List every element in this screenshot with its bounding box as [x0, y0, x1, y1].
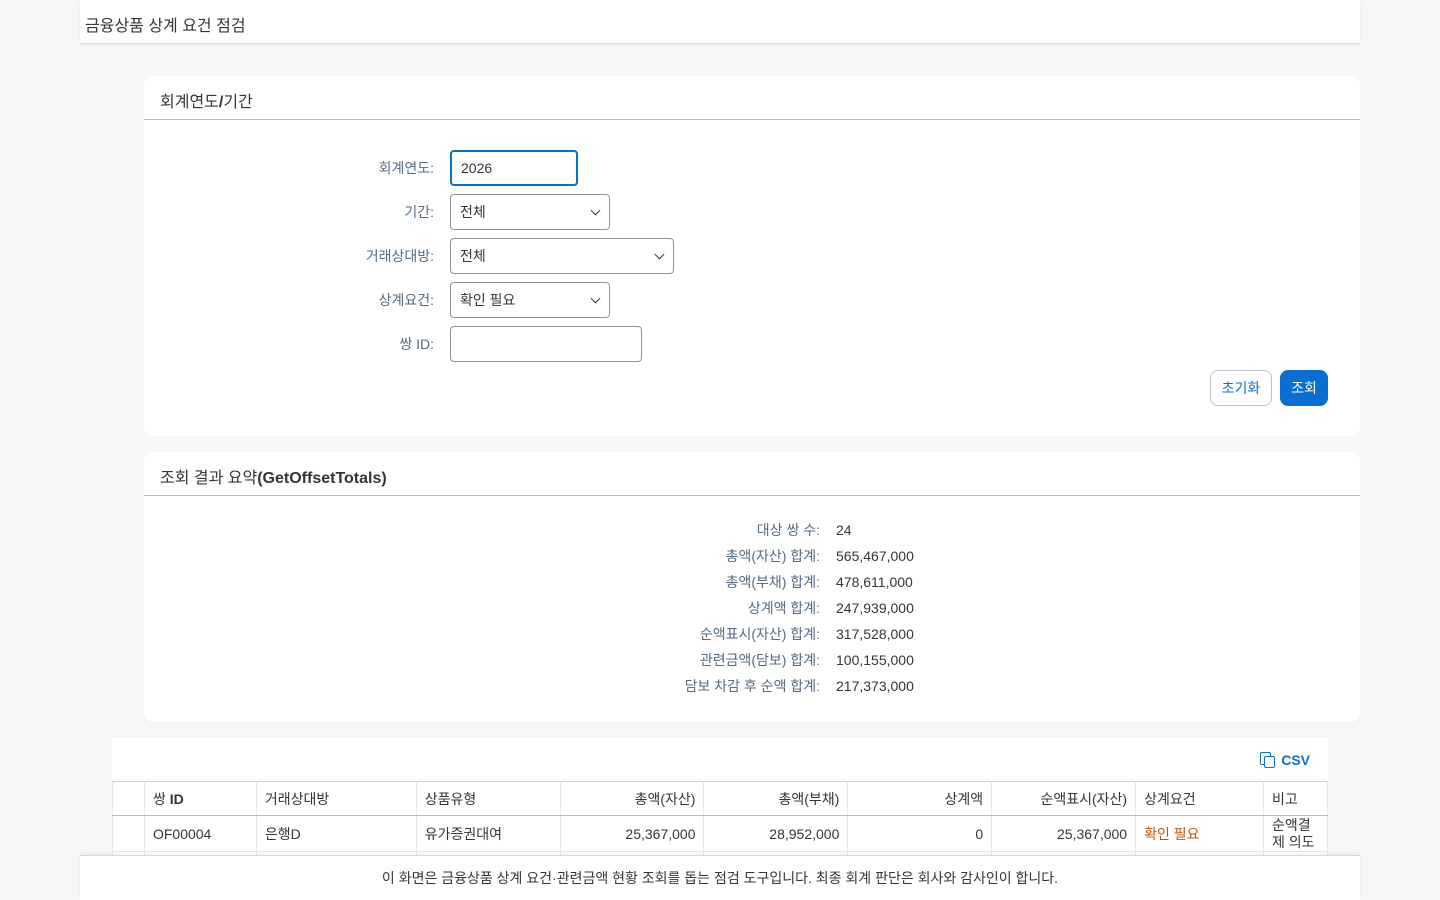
select-column-header[interactable]: [112, 781, 145, 816]
cell-counterparty: 은행D: [255, 815, 417, 852]
summary-row: 순액표시(자산) 합계: 317,528,000: [144, 624, 1360, 644]
offset-req-value: 확인 필요: [460, 292, 516, 308]
offset-req-label: 상계요건:: [378, 292, 434, 308]
col-offset[interactable]: 상계액: [847, 781, 993, 816]
reset-button[interactable]: 초기화: [1210, 370, 1272, 406]
summary-key: 관련금액(담보) 합계:: [699, 652, 820, 668]
csv-export-button[interactable]: CSV: [1259, 752, 1310, 768]
cell-gross-asset: 25,367,000: [559, 815, 705, 852]
search-button[interactable]: 조회: [1280, 370, 1328, 406]
col-gross-liab[interactable]: 총액(부채): [703, 781, 849, 816]
summary-panel: 조회 결과 요약(GetOffsetTotals) 대상 쌍 수: 24 총액(자…: [144, 452, 1360, 722]
fiscal-year-row: 회계연도: 2026: [144, 150, 578, 186]
summary-value: 317,528,000: [836, 626, 914, 642]
cell-pair-id: OF00004: [143, 815, 257, 852]
pair-id-input[interactable]: [450, 326, 642, 362]
summary-key: 총액(부채) 합계:: [725, 574, 820, 590]
col-counterparty[interactable]: 거래상대방: [255, 781, 417, 816]
cell-offset: 0: [847, 815, 993, 852]
summary-value: 247,939,000: [836, 600, 914, 616]
filter-panel-title-b: 기간: [223, 94, 253, 111]
summary-row: 상계액 합계: 247,939,000: [144, 598, 1360, 618]
col-note[interactable]: 비고: [1262, 781, 1329, 816]
summary-value: 24: [836, 522, 852, 538]
summary-row: 대상 쌍 수: 24: [144, 520, 1360, 540]
counterparty-row: 거래상대방: 전체: [144, 238, 674, 274]
summary-key: 대상 쌍 수:: [756, 522, 820, 538]
col-gross-asset[interactable]: 총액(자산): [559, 781, 705, 816]
summary-key: 담보 차감 후 순액 합계:: [684, 678, 820, 694]
summary-row: 총액(자산) 합계: 565,467,000: [144, 546, 1360, 566]
summary-key: 상계액 합계:: [747, 600, 820, 616]
cell-gross-liab: 28,952,000: [703, 815, 849, 852]
period-label: 기간:: [404, 204, 434, 220]
counterparty-value: 전체: [460, 248, 486, 264]
fiscal-year-value: 2026: [461, 160, 493, 176]
col-net-asset[interactable]: 순액표시(자산): [991, 781, 1137, 816]
filter-panel-header: 회계연도/기간: [144, 76, 1360, 120]
summary-key: 총액(자산) 합계:: [725, 548, 820, 564]
fiscal-year-input[interactable]: 2026: [450, 150, 578, 186]
cell-req: 확인 필요: [1135, 815, 1264, 852]
period-value: 전체: [460, 204, 486, 220]
filter-panel-title-a: 회계연도: [160, 94, 219, 111]
summary-row: 관련금액(담보) 합계: 100,155,000: [144, 650, 1360, 670]
col-req[interactable]: 상계요건: [1135, 781, 1264, 816]
summary-row: 총액(부채) 합계: 478,611,000: [144, 572, 1360, 592]
disclaimer-text: 이 화면은 금융상품 상계 요건·관련금액 현황 조회를 돕는 점검 도구입니다…: [381, 870, 1059, 886]
cell-product: 유가증권대여: [415, 815, 561, 852]
pair-id-label: 쌍 ID:: [399, 336, 434, 352]
col-pair-id-label-b: ID: [169, 790, 184, 807]
chevron-down-icon: [590, 295, 600, 305]
filter-panel: 회계연도/기간 회계연도: 2026 기간: 전체 거래상대방: 전체 상계요건…: [144, 76, 1360, 436]
app-title: 금융상품 상계 요건 점검: [85, 18, 246, 35]
summary-title-b: (GetOffsetTotals): [257, 470, 387, 487]
summary-key: 순액표시(자산) 합계:: [699, 626, 820, 642]
offset-req-select[interactable]: 확인 필요: [450, 282, 610, 318]
summary-value: 478,611,000: [836, 574, 913, 590]
table-row[interactable]: OF00004 은행D 유가증권대여 25,367,000 28,952,000…: [112, 815, 1329, 852]
period-select[interactable]: 전체: [450, 194, 610, 230]
app-shell: 금융상품 상계 요건 점검 회계연도/기간 회계연도: 2026 기간: 전체 …: [80, 0, 1360, 900]
disclaimer-footer: 이 화면은 금융상품 상계 요건·관련금액 현황 조회를 돕는 점검 도구입니다…: [80, 855, 1360, 900]
cell-note: 순액결제 의도: [1262, 815, 1329, 852]
summary-value: 217,373,000: [836, 678, 914, 694]
top-bar: 금융상품 상계 요건 점검: [80, 0, 1360, 44]
offset-req-row: 상계요건: 확인 필요: [144, 282, 610, 318]
csv-label: CSV: [1281, 752, 1310, 768]
cell-net-asset: 25,367,000: [991, 815, 1137, 852]
summary-value: 565,467,000: [836, 548, 914, 564]
counterparty-select[interactable]: 전체: [450, 238, 674, 274]
pair-id-row: 쌍 ID:: [144, 326, 642, 362]
period-row: 기간: 전체: [144, 194, 610, 230]
row-select-cell[interactable]: [112, 815, 145, 852]
table-header-row: 쌍 ID 거래상대방 상품유형 총액(자산) 총액(부채) 상계액 순액표시(자…: [112, 781, 1329, 816]
col-pair-id[interactable]: 쌍 ID: [143, 781, 257, 816]
copy-icon: [1259, 752, 1276, 768]
col-pair-id-label-a: 쌍: [152, 790, 170, 807]
summary-panel-header: 조회 결과 요약(GetOffsetTotals): [144, 452, 1360, 496]
summary-title-a: 조회 결과 요약: [160, 470, 258, 487]
col-product[interactable]: 상품유형: [415, 781, 561, 816]
chevron-down-icon: [590, 207, 600, 217]
summary-row: 담보 차감 후 순액 합계: 217,373,000: [144, 676, 1360, 696]
summary-value: 100,155,000: [836, 652, 914, 668]
fiscal-year-label: 회계연도:: [378, 160, 434, 176]
chevron-down-icon: [654, 251, 664, 261]
counterparty-label: 거래상대방:: [365, 248, 434, 264]
